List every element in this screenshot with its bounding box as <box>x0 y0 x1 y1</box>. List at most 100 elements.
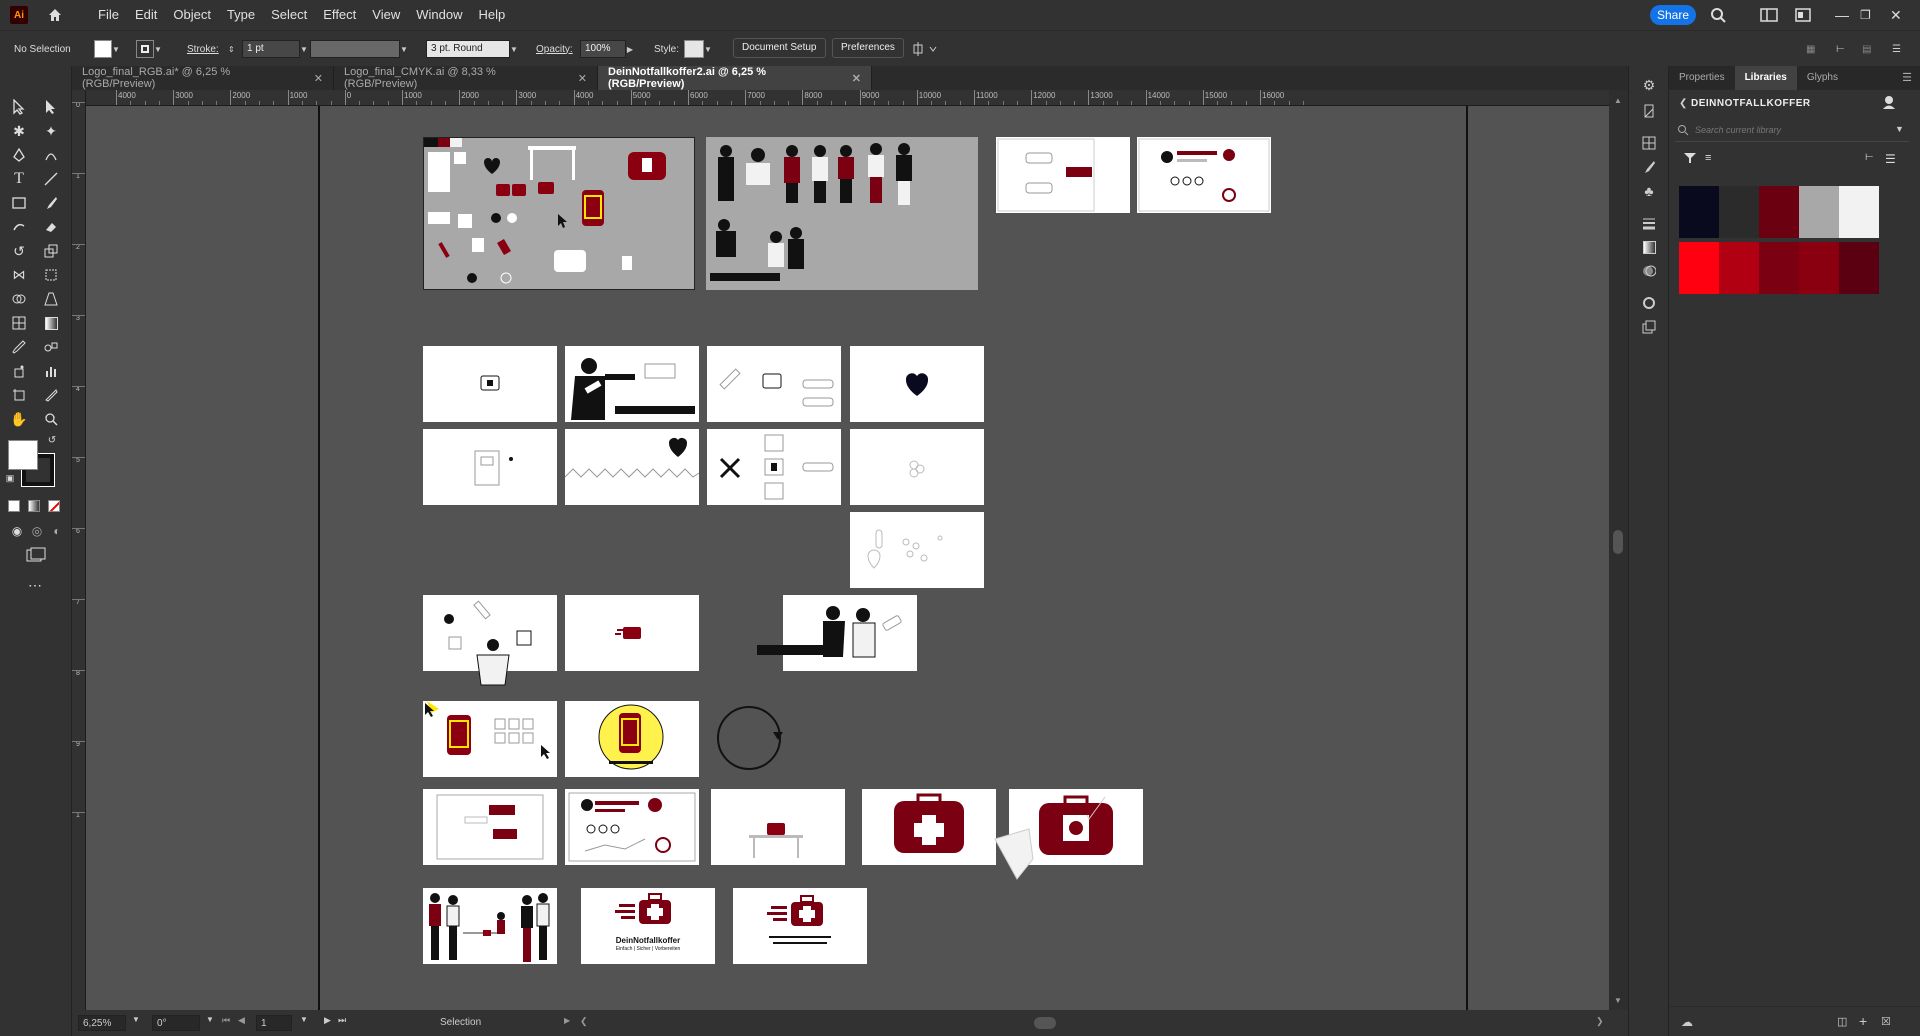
artboard-07[interactable] <box>707 429 841 505</box>
folder-icon[interactable]: ◫ <box>1837 1015 1847 1028</box>
graphic-style-swatch[interactable] <box>684 40 704 58</box>
collaborate-icon[interactable] <box>1881 94 1897 113</box>
group-icon[interactable]: ⊢ <box>1865 152 1874 163</box>
artboard-08[interactable] <box>850 429 984 505</box>
chevron-down-icon[interactable]: ▼ <box>206 1015 214 1024</box>
search-icon[interactable] <box>1710 0 1726 30</box>
artboard-04[interactable] <box>850 346 984 422</box>
artboard-03[interactable] <box>707 346 841 422</box>
selection-tool-icon[interactable] <box>10 98 28 116</box>
draw-behind-icon[interactable]: ◎ <box>28 522 46 540</box>
variable-width-profile[interactable] <box>310 40 400 58</box>
symbol-sprayer-icon[interactable] <box>10 362 28 380</box>
transform-icon[interactable]: ⊢ <box>1836 40 1845 58</box>
width-tool-icon[interactable]: ⋈ <box>10 266 28 284</box>
filter-icon[interactable] <box>1683 152 1697 167</box>
scroll-thumb[interactable] <box>1613 530 1623 554</box>
transparency-panel-icon[interactable] <box>1640 262 1658 280</box>
tab-logo-cmyk[interactable]: Logo_final_CMYK.ai @ 8,33 % (RGB/Preview… <box>334 66 598 90</box>
control-menu-icon[interactable]: ☰ <box>1892 40 1901 58</box>
vertical-ruler[interactable]: 0 1 2 3 4 5 6 7 8 9 1 <box>72 90 86 1010</box>
color-mode-icon[interactable] <box>8 500 20 512</box>
artboard-17[interactable] <box>711 789 845 865</box>
stroke-color-swatch[interactable]: ▼ <box>136 40 162 58</box>
first-artboard-icon[interactable]: ⏮ <box>222 1015 230 1026</box>
close-icon[interactable]: ✕ <box>578 72 587 85</box>
draw-inside-icon[interactable]: ◐ <box>48 522 66 540</box>
close-icon[interactable]: ✕ <box>1890 0 1902 30</box>
scroll-left-icon[interactable]: ❮ <box>580 1016 588 1027</box>
properties-panel-icon[interactable]: ⚙ <box>1640 76 1658 94</box>
tab-glyphs[interactable]: Glyphs <box>1797 66 1848 90</box>
gradient-panel-icon[interactable] <box>1640 238 1658 256</box>
brushes-panel-icon[interactable] <box>1640 158 1658 176</box>
artboard-dashboard-mockup[interactable] <box>1137 137 1271 213</box>
document-canvas[interactable]: DeinNotfallkoffer Einfach | Sicher | Vor… <box>86 106 1609 1010</box>
artboard-13[interactable] <box>423 701 557 777</box>
direct-selection-tool-icon[interactable] <box>42 98 60 116</box>
artboard-10[interactable] <box>423 595 557 686</box>
gradient-tool-icon[interactable] <box>42 314 60 332</box>
menu-edit[interactable]: Edit <box>127 0 165 30</box>
artboard-12[interactable] <box>757 595 917 671</box>
cloud-icon[interactable]: ☁ <box>1681 1015 1693 1029</box>
sort-icon[interactable]: ≡ <box>1705 152 1711 164</box>
chevron-down-icon[interactable]: ▼ <box>132 1015 140 1024</box>
shaper-tool-icon[interactable] <box>10 218 28 236</box>
color-swatch[interactable] <box>1839 186 1879 238</box>
artboard-number-field[interactable]: 1 <box>256 1015 292 1031</box>
artboard-22[interactable] <box>733 888 867 964</box>
color-swatch[interactable] <box>1799 242 1839 294</box>
magic-wand-icon[interactable]: ✱ <box>10 122 28 140</box>
artboard-16[interactable] <box>565 789 699 865</box>
document-setup-button[interactable]: Document Setup <box>733 38 826 58</box>
color-swatch[interactable] <box>1759 186 1799 238</box>
close-icon[interactable]: ✕ <box>852 72 861 85</box>
artboard-19[interactable] <box>994 789 1143 880</box>
align-icon[interactable]: ▦ <box>1806 40 1815 58</box>
hand-tool-icon[interactable]: ✋ <box>10 410 28 428</box>
screen-mode-icon[interactable] <box>24 546 48 564</box>
color-swatch[interactable] <box>1679 186 1719 238</box>
menu-type[interactable]: Type <box>219 0 263 30</box>
tab-properties[interactable]: Properties <box>1669 66 1735 90</box>
previous-artboard-icon[interactable]: ◀ <box>238 1015 245 1026</box>
artboard-20[interactable] <box>423 888 557 964</box>
vertical-scrollbar[interactable]: ▲ ▼ <box>1609 90 1628 1010</box>
rotation-field[interactable]: 0° <box>152 1015 200 1031</box>
list-view-icon[interactable]: ☰ <box>1885 152 1896 166</box>
menu-select[interactable]: Select <box>263 0 315 30</box>
artboard-icon-sheet[interactable] <box>423 137 695 290</box>
curvature-tool-icon[interactable] <box>42 146 60 164</box>
next-artboard-icon[interactable]: ▶ <box>324 1015 331 1026</box>
color-swatch[interactable] <box>1719 186 1759 238</box>
eyedropper-icon[interactable] <box>10 338 28 356</box>
paintbrush-tool-icon[interactable] <box>42 194 60 212</box>
free-transform-icon[interactable] <box>42 266 60 284</box>
chevron-down-icon[interactable]: ▼ <box>300 40 308 58</box>
back-chevron-icon[interactable]: ❮ <box>1679 98 1687 109</box>
color-swatch[interactable] <box>1799 186 1839 238</box>
tab-logo-rgb[interactable]: Logo_final_RGB.ai* @ 6,25 % (RGB/Preview… <box>72 66 334 90</box>
tab-deinnotfallkoffer[interactable]: DeinNotfallkoffer2.ai @ 6,25 % (RGB/Prev… <box>598 66 872 90</box>
chevron-down-icon[interactable]: ▼ <box>510 40 518 58</box>
menu-view[interactable]: View <box>364 0 408 30</box>
artboard-09[interactable] <box>850 512 984 588</box>
close-icon[interactable]: ✕ <box>314 72 323 85</box>
fill-color-swatch[interactable]: ▼ <box>94 40 120 58</box>
slice-tool-icon[interactable] <box>42 386 60 404</box>
line-tool-icon[interactable] <box>42 170 60 188</box>
chevron-right-icon[interactable]: ▶ <box>626 40 634 58</box>
stroke-panel-icon[interactable] <box>1640 214 1658 232</box>
add-icon[interactable]: + <box>1859 1013 1867 1029</box>
scroll-down-icon[interactable]: ▼ <box>1614 996 1622 1005</box>
artboard-11[interactable] <box>565 595 699 671</box>
chevron-down-icon[interactable]: ▼ <box>1895 124 1904 134</box>
scale-tool-icon[interactable] <box>42 242 60 260</box>
status-menu-icon[interactable]: ▶ <box>564 1016 570 1025</box>
minimize-icon[interactable]: — <box>1835 0 1849 30</box>
artboard-tool-icon[interactable] <box>10 386 28 404</box>
mesh-tool-icon[interactable] <box>10 314 28 332</box>
type-tool-icon[interactable]: T <box>10 170 28 188</box>
menu-object[interactable]: Object <box>165 0 219 30</box>
